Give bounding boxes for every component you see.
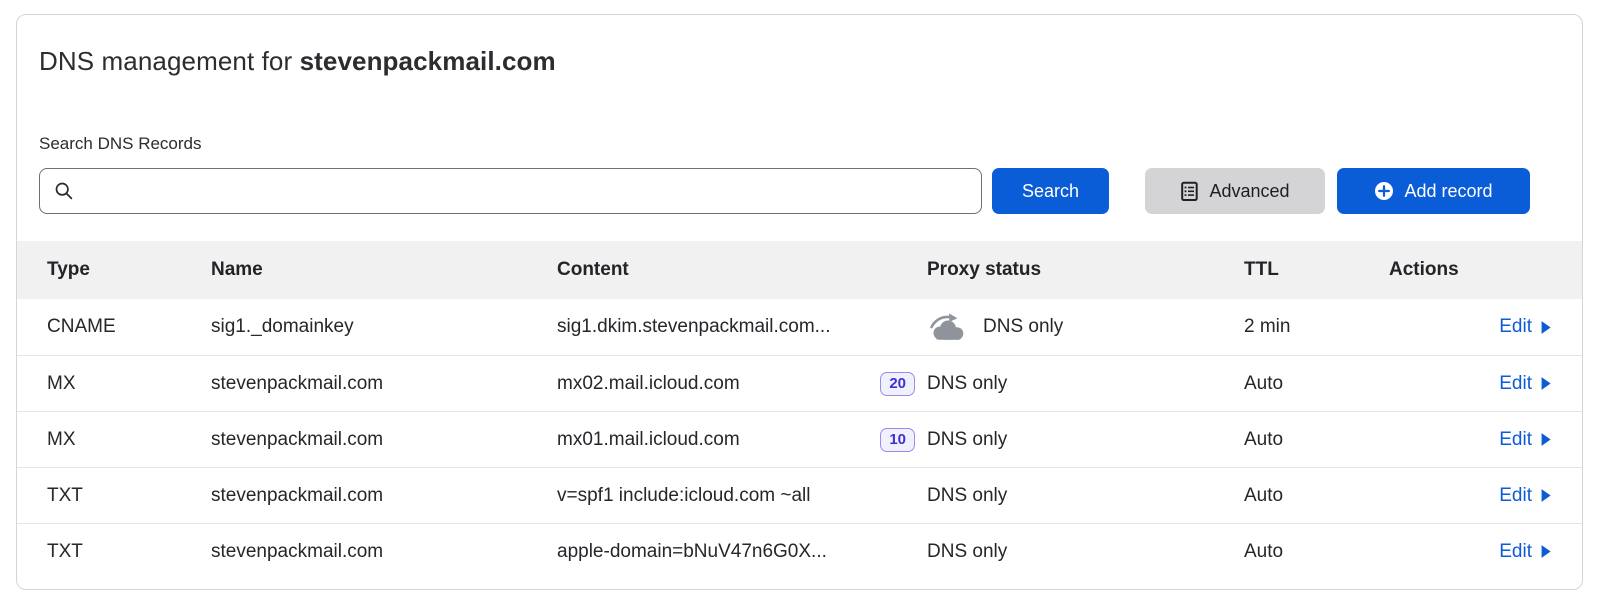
search-input[interactable]: [84, 180, 967, 203]
cell-ttl: Auto: [1244, 373, 1389, 395]
cloud-dns-only-icon: [927, 313, 969, 341]
table-row: TXT stevenpackmail.com apple-domain=bNuV…: [17, 523, 1582, 579]
cell-type: CNAME: [47, 316, 211, 338]
cell-name: stevenpackmail.com: [211, 541, 557, 563]
caret-right-icon: [1540, 320, 1552, 335]
dns-table-body: CNAME sig1._domainkey sig1.dkim.stevenpa…: [17, 299, 1582, 579]
edit-link[interactable]: Edit: [1499, 541, 1552, 563]
cell-proxy-text: DNS only: [927, 541, 1007, 563]
cell-ttl: Auto: [1244, 485, 1389, 507]
caret-right-icon: [1540, 376, 1552, 391]
edit-label: Edit: [1499, 541, 1532, 563]
cell-actions: Edit: [1389, 373, 1552, 395]
cell-name: sig1._domainkey: [211, 316, 557, 338]
advanced-button-label: Advanced: [1209, 181, 1289, 202]
column-header-actions: Actions: [1389, 259, 1552, 281]
cell-proxy-text: DNS only: [927, 373, 1007, 395]
search-box: [39, 168, 982, 214]
search-button-label: Search: [1022, 181, 1079, 202]
edit-label: Edit: [1499, 373, 1532, 395]
search-row: Search Advanced: [39, 168, 1530, 214]
search-icon: [54, 181, 74, 201]
add-record-button-label: Add record: [1404, 181, 1492, 202]
cell-ttl: Auto: [1244, 541, 1389, 563]
add-record-button[interactable]: Add record: [1337, 168, 1530, 214]
edit-link[interactable]: Edit: [1499, 429, 1552, 451]
page-title: DNS management for stevenpackmail.com: [39, 45, 1530, 77]
cell-content-text: sig1.dkim.stevenpackmail.com...: [557, 316, 831, 338]
table-row: TXT stevenpackmail.com v=spf1 include:ic…: [17, 467, 1582, 523]
column-header-ttl: TTL: [1244, 259, 1389, 281]
cell-type: TXT: [47, 541, 211, 563]
caret-right-icon: [1540, 488, 1552, 503]
edit-link[interactable]: Edit: [1499, 373, 1552, 395]
cell-actions: Edit: [1389, 316, 1552, 338]
advanced-button[interactable]: Advanced: [1145, 168, 1325, 214]
list-form-icon: [1180, 181, 1199, 202]
search-label: Search DNS Records: [39, 133, 1530, 155]
cell-proxy-status: DNS only: [927, 429, 1244, 451]
cell-name: stevenpackmail.com: [211, 429, 557, 451]
edit-label: Edit: [1499, 485, 1532, 507]
cell-actions: Edit: [1389, 429, 1552, 451]
dns-records-table: Type Name Content Proxy status TTL Actio…: [17, 241, 1582, 579]
edit-link[interactable]: Edit: [1499, 316, 1552, 338]
dns-management-card: DNS management for stevenpackmail.com Se…: [16, 14, 1583, 590]
cell-content-text: mx01.mail.icloud.com: [557, 429, 740, 451]
cell-type: MX: [47, 429, 211, 451]
cell-content-text: mx02.mail.icloud.com: [557, 373, 740, 395]
cell-content: mx02.mail.icloud.com 20: [557, 372, 927, 396]
caret-right-icon: [1540, 432, 1552, 447]
caret-right-icon: [1540, 544, 1552, 559]
column-header-proxy-status: Proxy status: [927, 259, 1244, 281]
table-row: MX stevenpackmail.com mx02.mail.icloud.c…: [17, 355, 1582, 411]
cell-content: v=spf1 include:icloud.com ~all: [557, 485, 927, 507]
cell-proxy-text: DNS only: [927, 485, 1007, 507]
cell-content-text: apple-domain=bNuV47n6G0X...: [557, 541, 827, 563]
cell-content: mx01.mail.icloud.com 10: [557, 428, 927, 452]
column-header-name: Name: [211, 259, 557, 281]
cell-proxy-text: DNS only: [927, 429, 1007, 451]
cell-proxy-status: DNS only: [927, 541, 1244, 563]
cell-actions: Edit: [1389, 485, 1552, 507]
plus-circle-icon: [1374, 181, 1394, 201]
cell-ttl: Auto: [1244, 429, 1389, 451]
cell-ttl: 2 min: [1244, 316, 1389, 338]
column-header-content: Content: [557, 259, 927, 281]
edit-link[interactable]: Edit: [1499, 485, 1552, 507]
table-row: CNAME sig1._domainkey sig1.dkim.stevenpa…: [17, 299, 1582, 355]
column-header-type: Type: [47, 259, 211, 281]
cell-proxy-status: DNS only: [927, 313, 1244, 341]
cell-name: stevenpackmail.com: [211, 485, 557, 507]
cell-actions: Edit: [1389, 541, 1552, 563]
cell-proxy-text: DNS only: [983, 316, 1063, 338]
search-button[interactable]: Search: [992, 168, 1109, 214]
page-title-domain: stevenpackmail.com: [300, 46, 556, 76]
edit-label: Edit: [1499, 429, 1532, 451]
cell-name: stevenpackmail.com: [211, 373, 557, 395]
priority-badge: 10: [880, 428, 915, 452]
cell-type: TXT: [47, 485, 211, 507]
cell-content: apple-domain=bNuV47n6G0X...: [557, 541, 927, 563]
cell-proxy-status: DNS only: [927, 373, 1244, 395]
cell-content: sig1.dkim.stevenpackmail.com...: [557, 316, 927, 338]
cell-content-text: v=spf1 include:icloud.com ~all: [557, 485, 810, 507]
priority-badge: 20: [880, 372, 915, 396]
table-header-row: Type Name Content Proxy status TTL Actio…: [17, 241, 1582, 299]
page-title-prefix: DNS management for: [39, 46, 292, 76]
cell-proxy-status: DNS only: [927, 485, 1244, 507]
table-row: MX stevenpackmail.com mx01.mail.icloud.c…: [17, 411, 1582, 467]
edit-label: Edit: [1499, 316, 1532, 338]
cell-type: MX: [47, 373, 211, 395]
